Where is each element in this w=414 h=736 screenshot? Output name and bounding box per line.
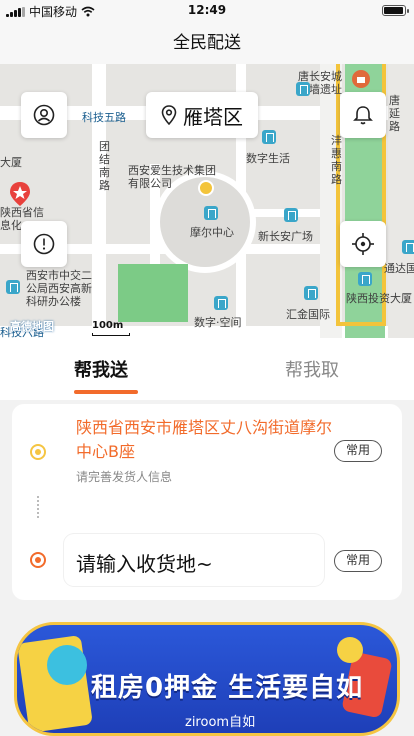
map-scale-label: 100m bbox=[92, 320, 124, 331]
sender-dot-icon bbox=[30, 444, 46, 460]
promo-banner[interactable]: 租房0押金 生活要自如 ziroom自如 bbox=[14, 622, 400, 736]
map-label-tangyanlu: 唐延路 bbox=[389, 94, 400, 133]
map-label-kejiwulu: 科技五路 bbox=[82, 111, 126, 124]
banner-illustration-coin bbox=[337, 637, 363, 663]
map-label-fuhuilu: 沣惠南路 bbox=[331, 134, 342, 186]
tab-send[interactable]: 帮我送 bbox=[74, 356, 128, 382]
bell-icon bbox=[353, 106, 373, 125]
map-label-shaanxitouzi: 陕西投资大厦 bbox=[346, 292, 412, 305]
route-connector bbox=[37, 496, 39, 518]
poi-marker-icon bbox=[402, 240, 414, 254]
district-label: 雁塔区 bbox=[183, 104, 243, 129]
landmark-icon bbox=[352, 70, 370, 88]
map-label-moerzhongxin: 摩尔中心 bbox=[190, 226, 234, 239]
banner-headline: 租房0押金 生活要自如 bbox=[91, 673, 364, 703]
crosshair-icon bbox=[352, 233, 374, 255]
poi-marker-icon bbox=[358, 272, 372, 286]
map-label-shuzikongjian: 数字·空间 bbox=[194, 316, 242, 329]
tab-take[interactable]: 帮我取 bbox=[285, 356, 339, 382]
district-selector[interactable]: 雁塔区 bbox=[146, 92, 258, 138]
page-title: 全民配送 bbox=[173, 33, 241, 53]
current-location-icon bbox=[198, 180, 214, 196]
active-tab-indicator bbox=[74, 390, 138, 394]
user-icon bbox=[33, 104, 55, 126]
map-label-dasha: 大厦 bbox=[0, 156, 22, 169]
address-card: 陕西省西安市雁塔区丈八沟街道摩尔中心B座 请完善发货人信息 常用 请输入收货地~… bbox=[12, 404, 402, 600]
status-bar: 中国移动 12:49 bbox=[0, 0, 414, 22]
receiver-placeholder: 请输入收货地~ bbox=[76, 552, 213, 576]
poi-marker-icon bbox=[304, 286, 318, 300]
receiver-dot-icon bbox=[30, 552, 46, 568]
banner-brand: ziroom自如 bbox=[185, 715, 256, 730]
user-button[interactable] bbox=[21, 92, 67, 138]
location-pin-icon bbox=[161, 105, 177, 125]
map-label-xinchangan: 新长安广场 bbox=[258, 230, 313, 243]
poi-marker-icon bbox=[296, 82, 310, 96]
status-time: 12:49 bbox=[187, 3, 227, 17]
battery-level bbox=[384, 7, 403, 14]
banner-illustration-figure bbox=[47, 645, 87, 685]
receiver-common-button[interactable]: 常用 bbox=[334, 550, 382, 572]
map-label-huijin: 汇金国际 bbox=[286, 308, 330, 321]
poi-marker-icon bbox=[6, 280, 20, 294]
map-logo: 高德地图 bbox=[10, 320, 54, 333]
star-pin-icon bbox=[10, 182, 30, 206]
sender-hint[interactable]: 请完善发货人信息 bbox=[76, 468, 172, 485]
poi-marker-icon bbox=[204, 206, 218, 220]
map-label-tuanjienanlu: 团结南路 bbox=[99, 140, 110, 192]
receiver-address-input[interactable]: 请输入收货地~ bbox=[64, 534, 324, 586]
map-label-xianzhongjiao: 西安市中交二公局西安高新科研办公楼 bbox=[26, 269, 92, 308]
map-label-tongda: 通达国 bbox=[384, 262, 414, 275]
sender-common-button[interactable]: 常用 bbox=[334, 440, 382, 462]
battery-icon bbox=[382, 5, 409, 16]
locate-button[interactable] bbox=[340, 221, 386, 267]
map-view[interactable]: 科技五路 团结南路 西安爱生技术集团有限公司 数字生活 唐长安城城墙遗址 唐延路… bbox=[0, 64, 414, 338]
map-scale-bar bbox=[92, 333, 130, 336]
poi-marker-icon bbox=[214, 296, 228, 310]
info-button[interactable] bbox=[21, 221, 67, 267]
map-label-shuzishenghuo: 数字生活 bbox=[246, 152, 290, 165]
nav-bar: 全民配送 bbox=[0, 22, 414, 64]
poi-marker-icon bbox=[262, 130, 276, 144]
info-icon bbox=[33, 233, 55, 255]
notification-button[interactable] bbox=[340, 92, 386, 138]
service-tabs: 帮我送 帮我取 bbox=[0, 338, 414, 400]
sender-address[interactable]: 陕西省西安市雁塔区丈八沟街道摩尔中心B座 bbox=[76, 416, 336, 464]
poi-marker-icon bbox=[284, 208, 298, 222]
